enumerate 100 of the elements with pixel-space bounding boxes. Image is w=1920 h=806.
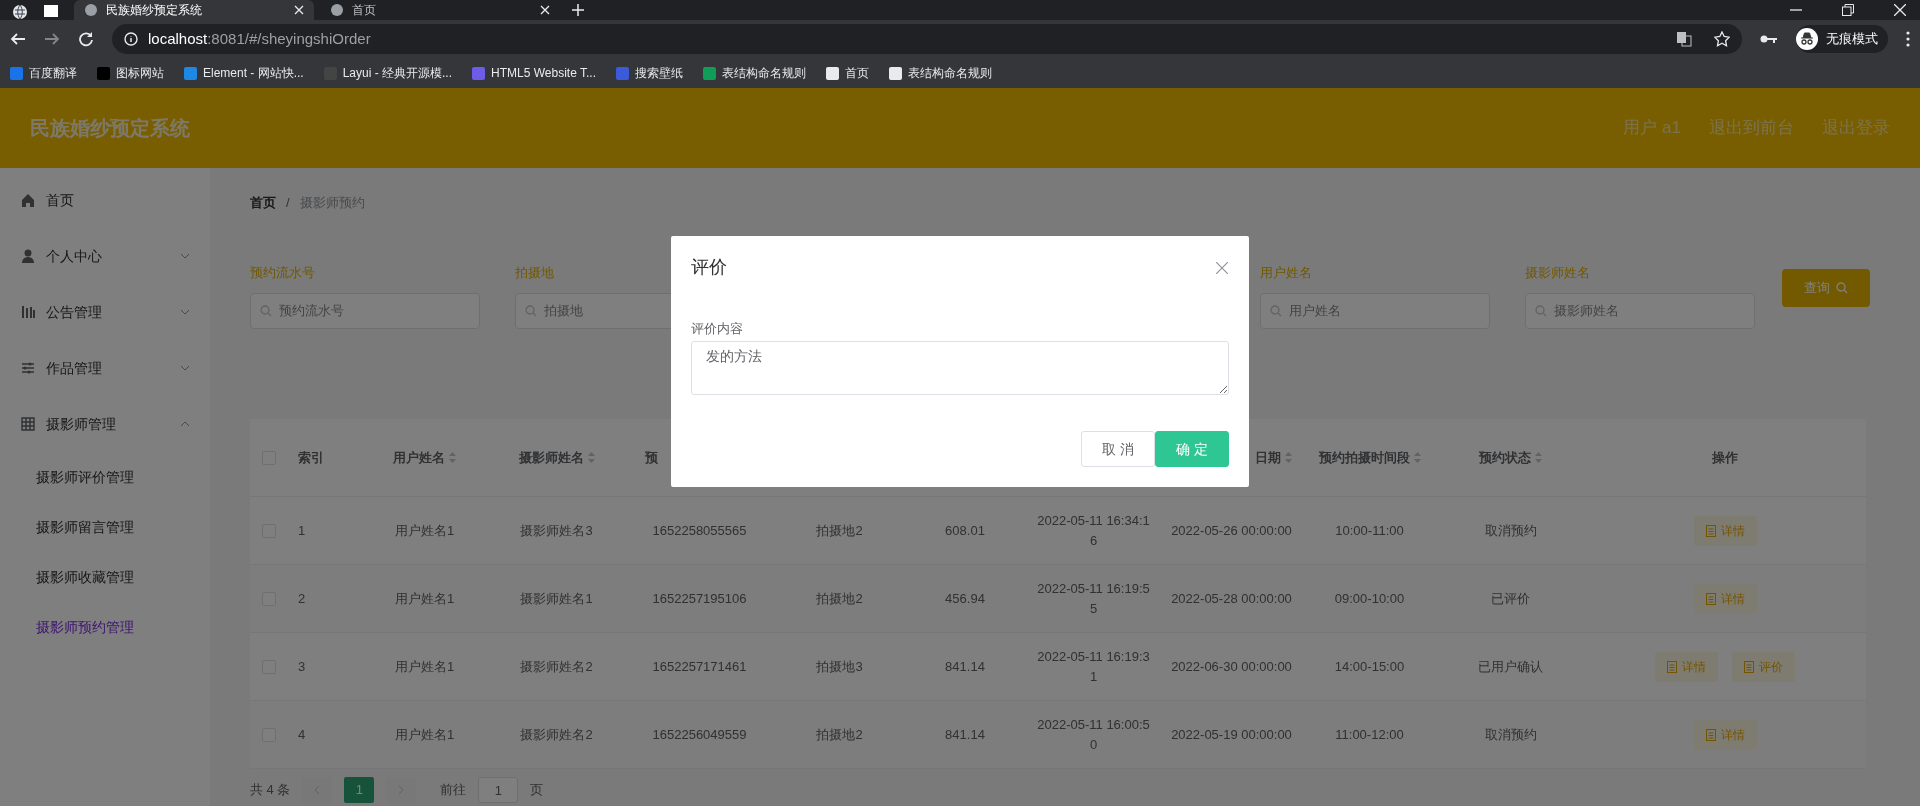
dialog-title: 评价 [691,256,727,279]
table-cell-text: 608.01 [945,521,985,540]
document-icon [1667,660,1677,673]
table-cell-text: 1 [298,521,306,540]
table-cell-text: 14:00-15:00 [1334,657,1405,676]
sidebar-item[interactable]: 公告管理 [0,284,210,340]
sort-icon [1413,452,1421,463]
close-icon [294,5,304,15]
bookmark[interactable]: 图标网站 [97,64,164,82]
cancel-button[interactable]: 取 消 [1081,431,1155,467]
bookmark-icon [10,66,23,80]
column-header[interactable]: 日期 [1255,447,1292,468]
url-text: localhost:8081/#/sheyingshiOrder [148,28,371,49]
browser-tab[interactable]: 民族婚纱预定系统 [74,0,314,20]
close-icon [1894,4,1906,16]
sort-icon [1285,452,1292,463]
document-icon [1705,728,1716,741]
column-header[interactable]: 预约拍摄时间段 [1318,447,1421,468]
search-label: 用户姓名 [1260,264,1312,282]
sidebar-item[interactable]: 摄影师管理 [0,396,210,452]
bookmark[interactable]: Layui - 经典开源模... [323,64,453,82]
table-cell-text: 摄影师姓名3 [520,521,593,540]
breadcrumb-separator: / [286,194,290,213]
table-cell-text: 用户姓名1 [394,589,455,608]
bookmark[interactable]: 表结构命名规则 [703,64,806,82]
bookmark-icon [826,66,839,80]
column-header: 预 [645,448,658,467]
sidebar-item[interactable]: 首页 [0,172,210,228]
table-cell-text: 摄影师姓名1 [520,589,593,608]
sliders-icon [20,360,36,376]
bookmark-icon [703,66,716,80]
table-cell-text: 1652258055565 [652,521,747,540]
close-button[interactable] [1215,260,1229,275]
table-cell-text: 拍摄地3 [816,657,863,676]
bookmark[interactable]: 首页 [826,64,869,82]
sidebar-subitem[interactable]: 摄影师收藏管理 [0,552,210,602]
restore-icon [1842,4,1854,16]
bookmark-icon [184,66,197,80]
table-cell-text: 2022-05-11 16:34:16 [1036,512,1151,550]
table-cell-text: 2022-06-30 00:00:00 [1171,657,1292,676]
search-field[interactable]: 摄影师姓名 [1525,292,1755,329]
page-input[interactable]: 1 [478,777,519,803]
sidebar-item[interactable]: 作品管理 [0,340,210,396]
new-tab-icon [572,4,584,16]
incognito-profile-button[interactable]: 无痕模式 [1796,25,1888,53]
bookmark[interactable]: 搜索壁纸 [616,64,683,82]
bookmark-icon [616,66,629,80]
search-label: 拍摄地 [515,264,554,282]
search-icon [1836,282,1848,294]
search-icon [1270,304,1282,317]
bookmark[interactable]: 百度翻译 [10,64,77,82]
table-cell-text: 用户姓名1 [394,521,455,540]
close-icon [540,5,550,15]
sidebar-item[interactable]: 个人中心 [0,228,210,284]
table-cell-text: 2022-05-11 16:19:55 [1036,580,1151,618]
column-header[interactable]: 摄影师姓名 [518,447,595,468]
chevron-down-icon [180,253,190,259]
column-header: 索引 [298,448,324,467]
document-icon [1705,592,1716,605]
home-icon [20,192,36,208]
forward-icon [44,31,60,47]
table-cell-text: 2022-05-19 00:00:00 [1171,725,1292,744]
column-header[interactable]: 用户姓名 [393,447,456,468]
review-textarea[interactable]: 发的方法 [691,340,1229,395]
bookmark[interactable]: Element - 网站快... [184,64,304,82]
reload-icon [78,31,94,47]
breadcrumb-item[interactable]: 首页 [250,193,276,213]
search-field[interactable]: 预约流水号 [250,292,480,329]
table-cell-text: 摄影师姓名2 [520,657,593,676]
chevron-down-icon [180,309,190,315]
sort-icon [587,452,595,463]
chevron-down-icon [180,365,190,371]
chevron-left-icon [314,785,321,795]
bookmark[interactable]: 表结构命名规则 [889,64,992,82]
table-cell-text: 4 [298,725,306,744]
translate-icon [1676,31,1692,47]
table-cell-text: 2 [298,589,306,608]
table-cell-text: 1652257195106 [652,589,747,608]
search-field[interactable]: 用户姓名 [1260,292,1490,329]
table-cell-text: 3 [298,657,306,676]
bookmark[interactable]: HTML5 Website T... [472,64,596,82]
window-icon [44,5,58,17]
bookmark-icon [97,66,110,80]
minimize-icon [1790,9,1802,11]
back-icon [10,31,26,47]
sort-icon [449,452,456,463]
table-cell-text: 拍摄地2 [816,521,863,540]
table-cell-text: 09:00-10:00 [1334,589,1405,608]
table-cell-text: 2022-05-11 16:00:50 [1036,716,1151,754]
sidebar-subitem[interactable]: 摄影师评价管理 [0,452,210,502]
search-label: 摄影师姓名 [1525,264,1590,282]
sidebar-subitem[interactable]: 摄影师留言管理 [0,502,210,552]
sidebar-subitem[interactable]: 摄影师预约管理 [0,602,210,652]
pagination-total: 共 4 条 [250,781,291,800]
chevron-up-icon [180,421,190,427]
table-cell-text: 拍摄地2 [816,589,863,608]
column-header[interactable]: 预约状态 [1479,447,1542,468]
grid-icon [20,416,36,432]
table-cell-text: 11:00-12:00 [1335,725,1404,744]
address-bar[interactable]: localhost:8081/#/sheyingshiOrder [112,24,1742,54]
